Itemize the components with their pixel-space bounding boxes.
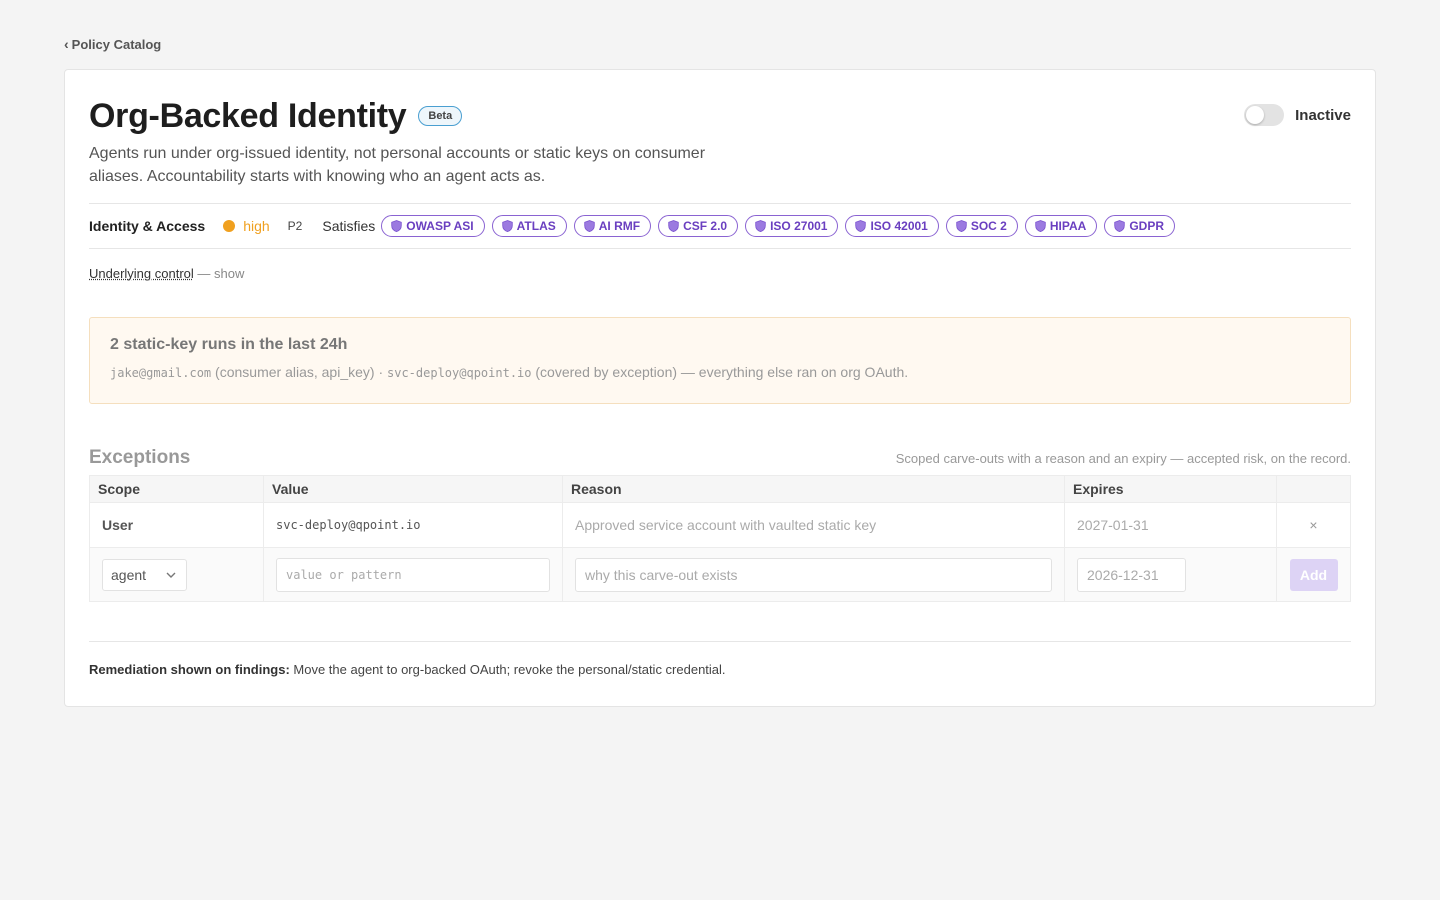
alert-note-1: (consumer alias, api_key) · <box>211 364 387 380</box>
table-header: Scope Value Reason Expires <box>90 476 1350 502</box>
column-header-reason: Reason <box>563 476 1065 502</box>
framework-badge[interactable]: SOC 2 <box>945 215 1018 237</box>
status-label: Inactive <box>1295 106 1351 124</box>
expires-cell: 2026-12-31 <box>1065 548 1277 601</box>
underlying-control-link[interactable]: Underlying control <box>89 266 194 281</box>
remove-exception-button[interactable]: × <box>1277 503 1350 547</box>
framework-badge[interactable]: GDPR <box>1104 215 1175 237</box>
framework-badge-label: GDPR <box>1129 219 1164 233</box>
reason-cell: why this carve-out exists <box>563 548 1065 601</box>
framework-badge[interactable]: ISO 27001 <box>745 215 839 237</box>
exceptions-table: Scope Value Reason Expires User svc-depl… <box>89 475 1351 602</box>
value-cell: value or pattern <box>264 548 563 601</box>
policy-description: Agents run under org-issued identity, no… <box>89 145 706 185</box>
remediation-note: Remediation shown on findings: Move the … <box>89 641 1351 677</box>
shield-icon <box>668 220 679 232</box>
title-row: Org-Backed Identity Beta <box>89 96 1351 136</box>
exceptions-subtitle: Scoped carve-outs with a reason and an e… <box>895 450 1351 466</box>
table-row: User svc-deploy@qpoint.io Approved servi… <box>90 502 1350 547</box>
scope-cell: agent <box>90 548 264 601</box>
framework-badge-label: CSF 2.0 <box>683 219 728 233</box>
reason-input-placeholder: why this carve-out exists <box>585 566 738 583</box>
shield-icon <box>855 220 867 232</box>
alert-identity-1: jake@gmail.com <box>110 366 212 380</box>
add-cell: Add <box>1277 548 1350 601</box>
exceptions-header: Exceptions Scoped carve-outs with a reas… <box>89 446 1351 470</box>
page-title: Org-Backed Identity <box>89 96 407 135</box>
enable-toggle[interactable] <box>1244 104 1285 126</box>
back-link-label: Policy Catalog <box>71 36 162 52</box>
framework-badge-label: ISO 42001 <box>870 219 928 233</box>
framework-badge-label: AI RMF <box>598 219 641 233</box>
row-expires: 2027-01-31 <box>1065 503 1277 547</box>
column-header-expires: Expires <box>1065 476 1277 502</box>
underlying-control: Underlying control — show <box>89 266 1351 281</box>
expires-date-value: 2026-12-31 <box>1087 566 1159 583</box>
back-link-policy-catalog[interactable]: ‹ Policy Catalog <box>64 36 161 52</box>
exceptions-title: Exceptions <box>89 447 191 468</box>
alert-title: 2 static-key runs in the last 24h <box>110 336 348 353</box>
framework-badge-list: OWASP ASI ATLAS AI RMF CSF 2.0 ISO 27001 ISO … <box>381 215 1175 237</box>
policy-card: Org-Backed Identity Beta Inactive Agents… <box>64 69 1376 707</box>
add-exception-button[interactable]: Add <box>1289 558 1338 591</box>
severity-label: high <box>243 218 270 234</box>
expires-date-input[interactable]: 2026-12-31 <box>1077 557 1186 592</box>
chevron-down-icon <box>166 572 176 578</box>
row-value: svc-deploy@qpoint.io <box>264 503 563 547</box>
framework-badge-label: ISO 27001 <box>770 219 828 233</box>
row-scope: User <box>90 503 264 547</box>
value-input[interactable]: value or pattern <box>276 557 550 592</box>
framework-badge-label: SOC 2 <box>970 219 1007 233</box>
underlying-control-show[interactable]: — show <box>194 266 244 281</box>
framework-badge[interactable]: HIPAA <box>1024 215 1098 237</box>
chevron-left-icon: ‹ <box>64 36 69 52</box>
beta-badge: Beta <box>418 106 463 126</box>
priority-label: P2 <box>287 219 303 233</box>
shield-icon <box>391 220 402 232</box>
framework-badge[interactable]: OWASP ASI <box>381 215 485 237</box>
alert-body: jake@gmail.com (consumer alias, api_key)… <box>110 364 1330 380</box>
alert-note-2: (covered by exception) — everything else… <box>531 364 909 380</box>
remediation-label: Remediation shown on findings: <box>89 662 290 677</box>
add-exception-row: agent value or pattern why this carve-ou… <box>90 547 1350 601</box>
shield-icon <box>755 220 766 232</box>
category-label: Identity & Access <box>89 218 206 234</box>
status-toggle-group: Inactive <box>1244 104 1351 126</box>
shield-icon <box>1114 220 1126 232</box>
framework-badge-label: HIPAA <box>1049 219 1087 233</box>
static-key-alert: 2 static-key runs in the last 24h jake@g… <box>89 317 1351 404</box>
scope-select[interactable]: agent <box>102 558 187 591</box>
remediation-text: Move the agent to org-backed OAuth; revo… <box>289 662 726 677</box>
reason-input[interactable]: why this carve-out exists <box>575 557 1052 592</box>
shield-icon <box>501 220 513 232</box>
row-reason: Approved service account with vaulted st… <box>563 503 1065 547</box>
framework-badge-label: ATLAS <box>516 219 556 233</box>
value-input-placeholder: value or pattern <box>286 567 402 582</box>
framework-badge[interactable]: ISO 42001 <box>845 215 939 237</box>
framework-badge[interactable]: CSF 2.0 <box>658 215 739 237</box>
column-header-actions <box>1277 476 1350 502</box>
framework-badge[interactable]: AI RMF <box>573 215 652 237</box>
column-header-scope: Scope <box>90 476 264 502</box>
column-header-value: Value <box>264 476 563 502</box>
framework-badge[interactable]: ATLAS <box>491 215 567 237</box>
satisfies-label: Satisfies <box>322 218 376 234</box>
alert-identity-2: svc-deploy@qpoint.io <box>387 366 532 380</box>
shield-icon <box>956 220 967 232</box>
framework-badge-label: OWASP ASI <box>406 219 474 233</box>
severity-dot <box>223 220 236 232</box>
scope-select-value: agent <box>111 566 147 583</box>
shield-icon <box>1035 220 1046 232</box>
toggle-knob <box>1246 106 1265 124</box>
meta-row: Identity & Access high P2 Satisfies OWAS… <box>89 203 1351 249</box>
shield-icon <box>584 220 595 232</box>
